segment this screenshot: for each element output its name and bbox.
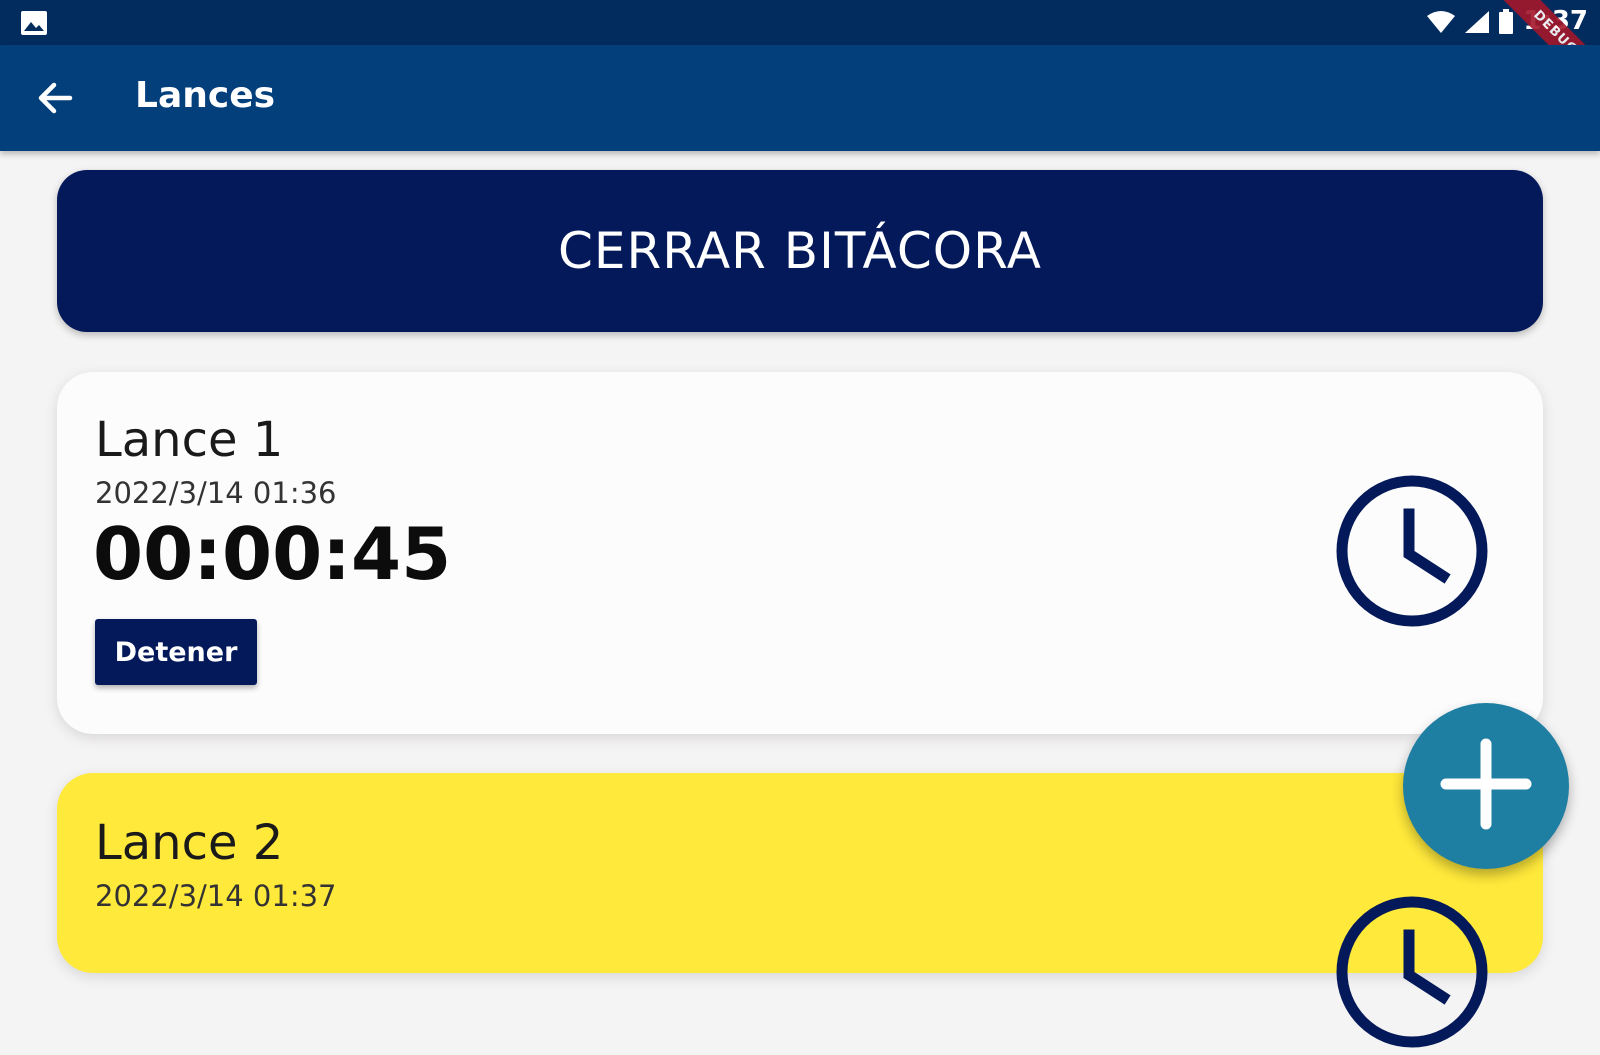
wifi-icon	[1426, 10, 1456, 38]
status-bar: 1:37 DEBUG	[0, 0, 1600, 103]
lance-card[interactable]: Lance 2 2022/3/14 01:37	[57, 773, 1543, 1048]
clock-icon	[1333, 472, 1491, 630]
add-lance-button[interactable]	[1403, 703, 1569, 869]
system-icons	[1426, 9, 1514, 39]
lance-title: Lance 1	[95, 412, 284, 468]
gallery-icon	[20, 10, 48, 40]
lance-title: Lance 2	[95, 815, 284, 871]
lance-date: 2022/3/14 01:36	[95, 476, 337, 510]
arrow-back-icon	[30, 82, 80, 127]
signal-icon	[1464, 10, 1490, 38]
close-log-button[interactable]: CERRAR BITÁCORA	[57, 170, 1543, 332]
page-title: Lances	[135, 75, 276, 116]
clock-icon	[1333, 893, 1491, 1051]
app-bar: Lances	[0, 45, 1600, 151]
back-button[interactable]	[30, 73, 80, 123]
lance-date: 2022/3/14 01:37	[95, 879, 337, 913]
battery-icon	[1498, 9, 1514, 39]
lance-timer: 00:00:45	[93, 512, 452, 596]
lance-card[interactable]: Lance 1 2022/3/14 01:36 00:00:45 Detener	[57, 372, 1543, 734]
add-icon	[1440, 738, 1532, 834]
stop-button[interactable]: Detener	[95, 619, 257, 685]
